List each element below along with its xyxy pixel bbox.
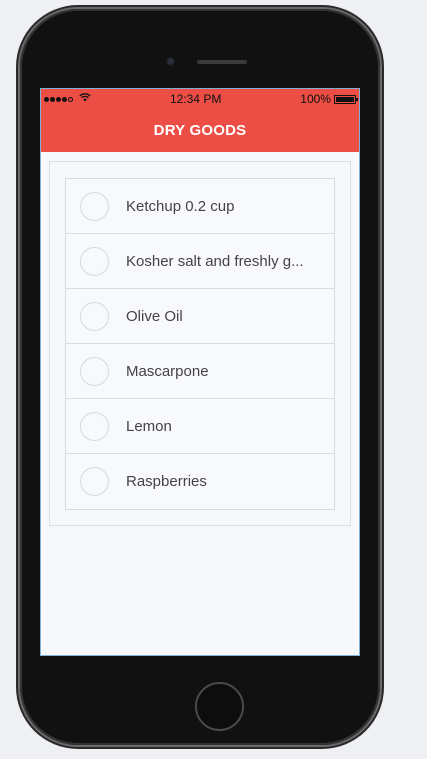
battery-icon <box>333 94 358 104</box>
checkbox-circle-icon[interactable] <box>80 411 109 441</box>
ingredient-list: Ketchup 0.2 cup Kosher salt and freshly g… <box>65 178 335 510</box>
page-title: DRY GOODS <box>153 122 247 139</box>
list-item-label: Raspberries <box>126 473 207 490</box>
status-time: 12:34 PM <box>169 92 222 106</box>
checkbox-circle-icon[interactable] <box>80 467 109 496</box>
list-item-label: Lemon <box>126 417 172 435</box>
phone-screen: 12:34 PM 100% DRY GOODS Ketchup 0.2 cup K… <box>40 88 360 656</box>
checkbox-circle-icon[interactable] <box>80 191 109 221</box>
power-button <box>380 150 384 194</box>
earpiece-speaker <box>197 60 247 64</box>
front-camera <box>166 57 175 66</box>
wifi-icon <box>79 93 91 105</box>
list-item-label: Kosher salt and freshly g... <box>126 252 304 270</box>
list-item-label: Mascarpone <box>126 362 209 380</box>
list-item[interactable]: Ketchup 0.2 cup <box>66 179 334 234</box>
nav-bar: DRY GOODS <box>41 109 359 152</box>
checkbox-circle-icon[interactable] <box>80 246 109 276</box>
home-button[interactable] <box>195 682 244 731</box>
list-item[interactable]: Raspberries <box>66 454 334 509</box>
checklist-card: Ketchup 0.2 cup Kosher salt and freshly g… <box>49 161 351 526</box>
list-item-label: Ketchup 0.2 cup <box>126 197 235 215</box>
battery-percent: 100% <box>300 92 331 106</box>
list-item[interactable]: Kosher salt and freshly g... <box>66 234 334 289</box>
list-item[interactable]: Olive Oil <box>66 289 334 344</box>
list-item-label: Olive Oil <box>126 307 183 325</box>
battery-status: 100% <box>300 92 358 106</box>
checkbox-circle-icon[interactable] <box>80 356 109 386</box>
signal-dots-icon <box>44 93 91 105</box>
list-item[interactable]: Mascarpone <box>66 344 334 399</box>
status-bar: 12:34 PM 100% <box>41 89 359 109</box>
list-item[interactable]: Lemon <box>66 399 334 454</box>
checkbox-circle-icon[interactable] <box>80 301 109 331</box>
